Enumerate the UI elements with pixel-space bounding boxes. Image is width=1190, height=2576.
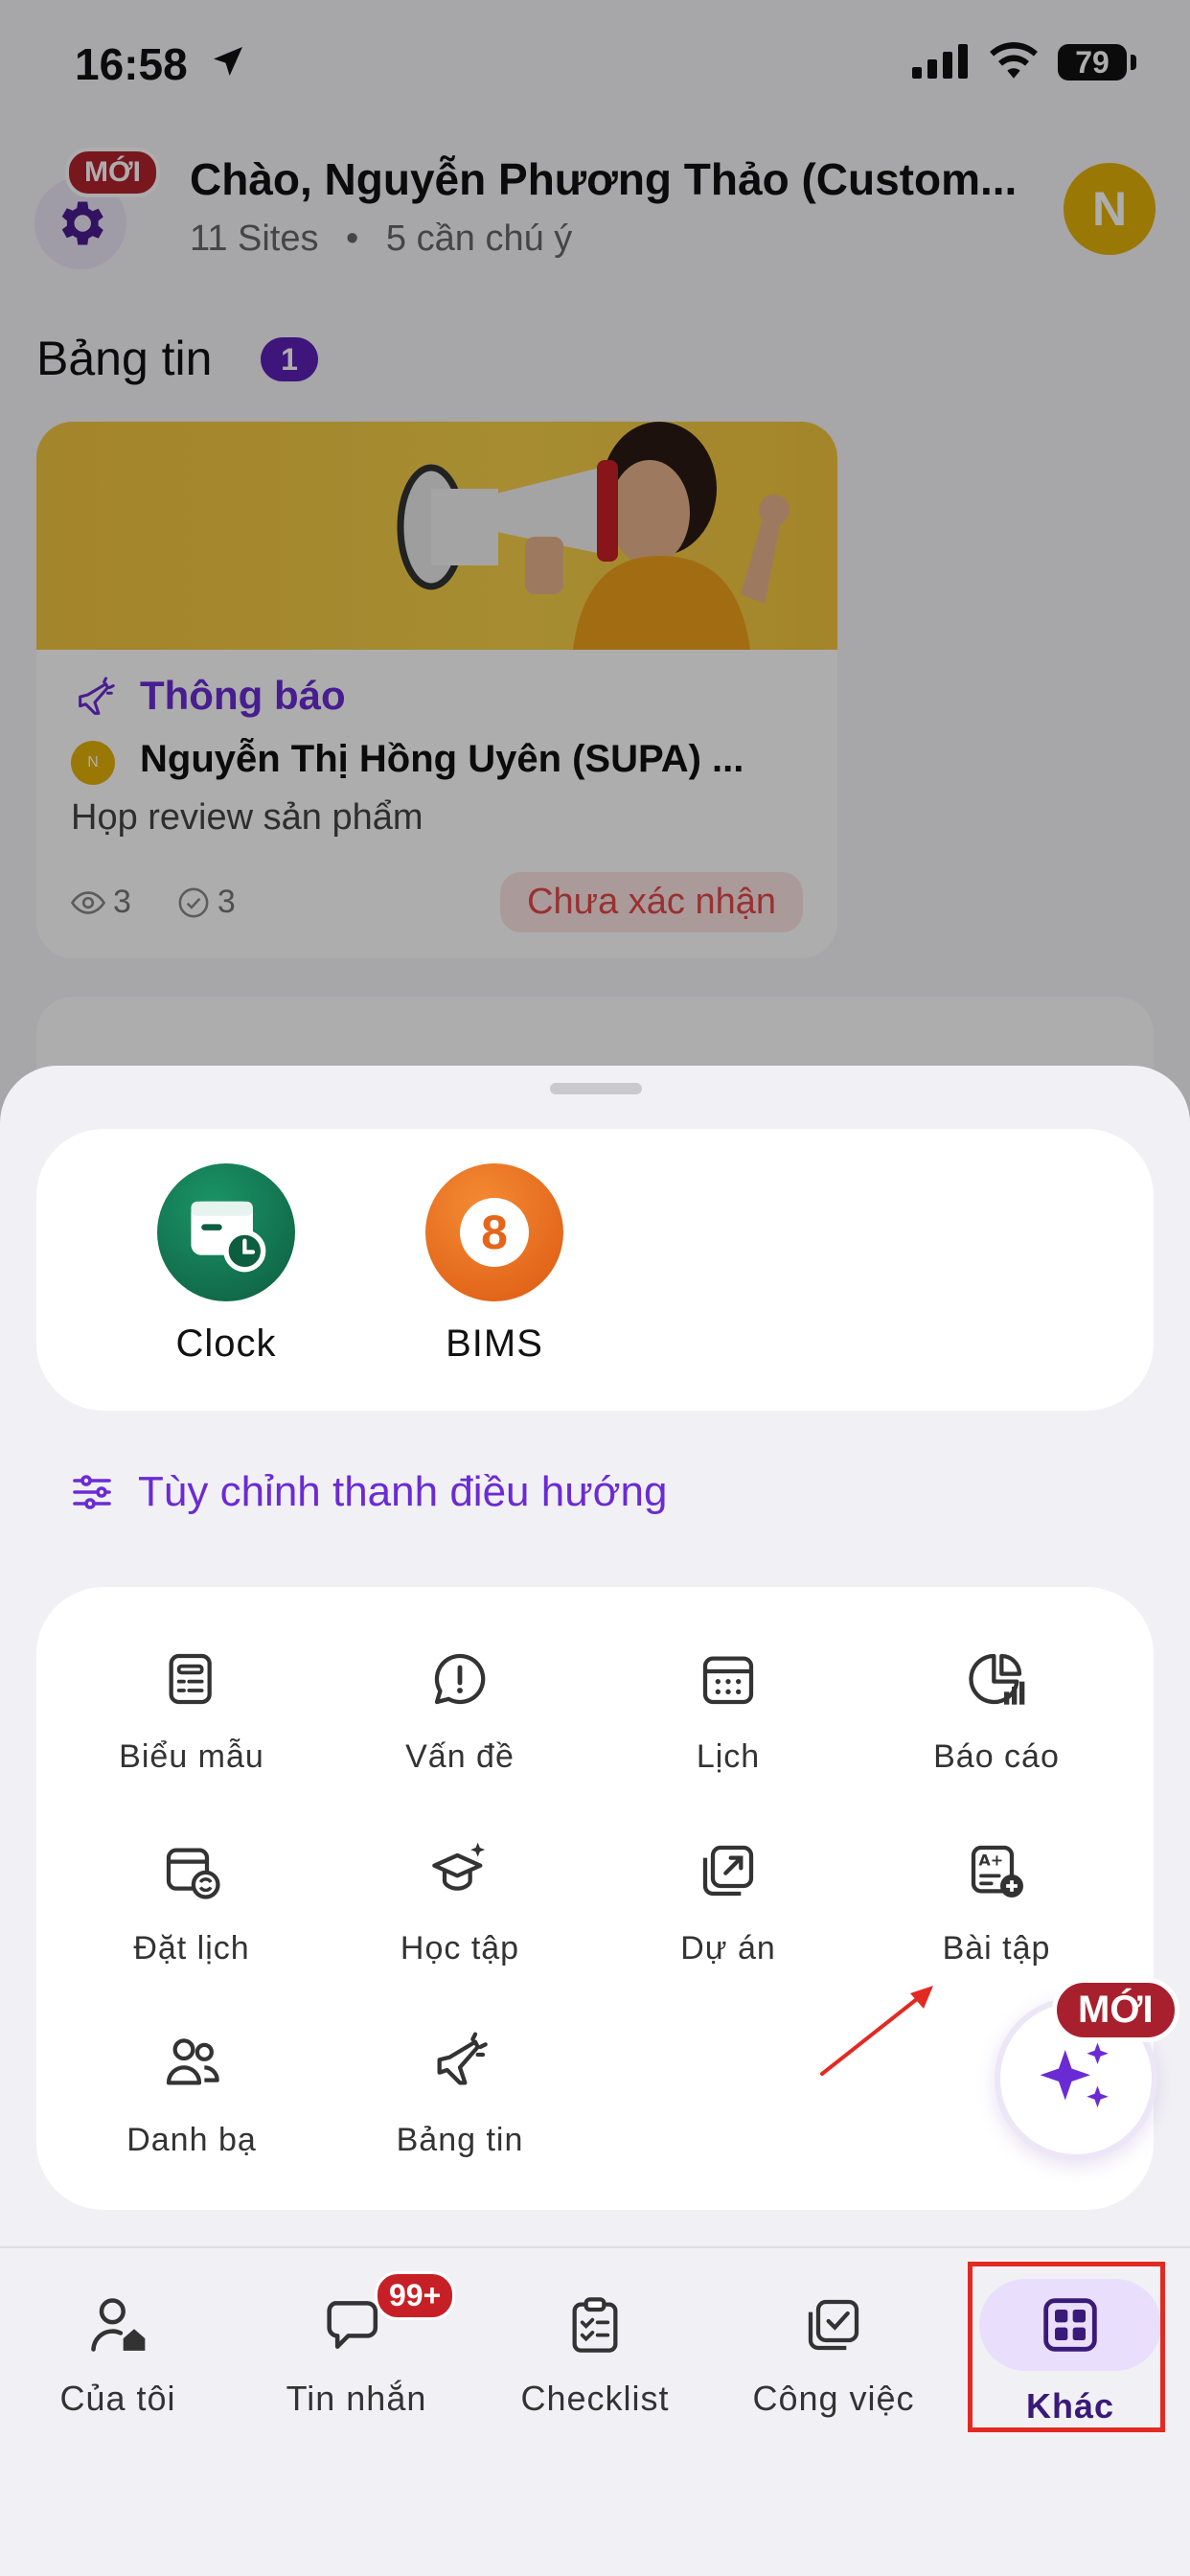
tab-checklist[interactable]: Checklist [485,2287,705,2419]
checklist-icon [572,2297,618,2353]
app-bims-label: BIMS [446,1322,543,1365]
feature-assignments[interactable]: A+ Bài tập [881,1832,1111,1967]
feature-schedule[interactable]: Đặt lịch [77,1832,307,1967]
feature-assignments-label: Bài tập [942,1930,1051,1966]
feature-reports-label: Báo cáo [933,1738,1060,1775]
feature-forms-label: Biểu mẫu [119,1738,264,1775]
newsfeed-icon [437,2032,488,2085]
tab-messages[interactable]: 99+ Tin nhắn [246,2271,467,2419]
feature-projects-label: Dự án [680,1930,776,1966]
feature-contacts[interactable]: Danh bạ [77,2024,307,2159]
task-icon [808,2299,859,2351]
customize-nav-link[interactable]: Tùy chỉnh thanh điều hướng [69,1468,667,1516]
tab-checklist-label: Checklist [520,2379,670,2418]
messages-unread-badge: 99+ [375,2271,456,2320]
tab-my[interactable]: Của tôi [8,2287,228,2419]
bims-glyph: 8 [460,1198,529,1267]
app-clock-label: Clock [175,1322,277,1365]
feature-calendar-label: Lịch [696,1738,761,1775]
tab-messages-label: Tin nhắn [286,2379,427,2418]
clock-app-icon [157,1163,295,1301]
tab-my-label: Của tôi [59,2379,176,2418]
bims-app-icon: 8 [425,1163,563,1301]
sheet-drag-handle[interactable] [550,1083,642,1094]
apps-card: Clock 8 BIMS [36,1129,1154,1411]
project-icon [702,1845,754,1897]
more-bottom-sheet: Clock 8 BIMS Tùy chỉnh thanh điều hướng … [0,1066,1190,2576]
feature-schedule-label: Đặt lịch [133,1930,250,1966]
assignment-icon: A+ [971,1845,1023,1898]
sparkles-icon [1040,2042,1109,2107]
feature-projects[interactable]: Dự án [613,1832,843,1967]
app-bims[interactable]: 8 BIMS [399,1163,590,1366]
ai-new-badge: MỚI [1052,1978,1179,2042]
app-clock[interactable]: Clock [130,1163,322,1366]
svg-text:A+: A+ [978,1852,1003,1870]
tab-tasks-label: Công việc [752,2379,915,2418]
customize-nav-label: Tùy chỉnh thanh điều hướng [138,1468,668,1515]
learning-icon [432,1842,486,1891]
calendar-icon [702,1656,754,1705]
feature-issues-label: Vấn đề [405,1738,515,1775]
sliders-icon [73,1475,111,1509]
report-icon [969,1653,1025,1705]
tab-tasks[interactable]: Công việc [723,2287,944,2419]
annotation-arrow [820,1986,933,2076]
highlight-box [968,2262,1165,2432]
feature-learning[interactable]: Học tập [345,1832,575,1967]
feature-calendar[interactable]: Lịch [613,1641,843,1776]
feature-contacts-label: Danh bạ [126,2122,257,2158]
user-home-icon [91,2298,146,2352]
feature-learning-label: Học tập [400,1930,520,1966]
form-icon [169,1653,212,1705]
feature-reports[interactable]: Báo cáo [881,1641,1111,1776]
schedule-icon [166,1848,220,1899]
bottom-tab-bar: Của tôi 99+ Tin nhắn Checklist Công việc… [0,2246,1190,2576]
feature-issues[interactable]: Vấn đề [345,1641,575,1776]
issue-icon [434,1653,486,1705]
feature-newsfeed[interactable]: Bảng tin [345,2024,575,2159]
feature-forms[interactable]: Biểu mẫu [77,1641,307,1776]
feature-newsfeed-label: Bảng tin [396,2122,524,2158]
contacts-icon [166,2038,219,2085]
features-card: Biểu mẫu Vấn đề Lịch Báo cáo Đặt lịch Họ… [36,1587,1154,2210]
